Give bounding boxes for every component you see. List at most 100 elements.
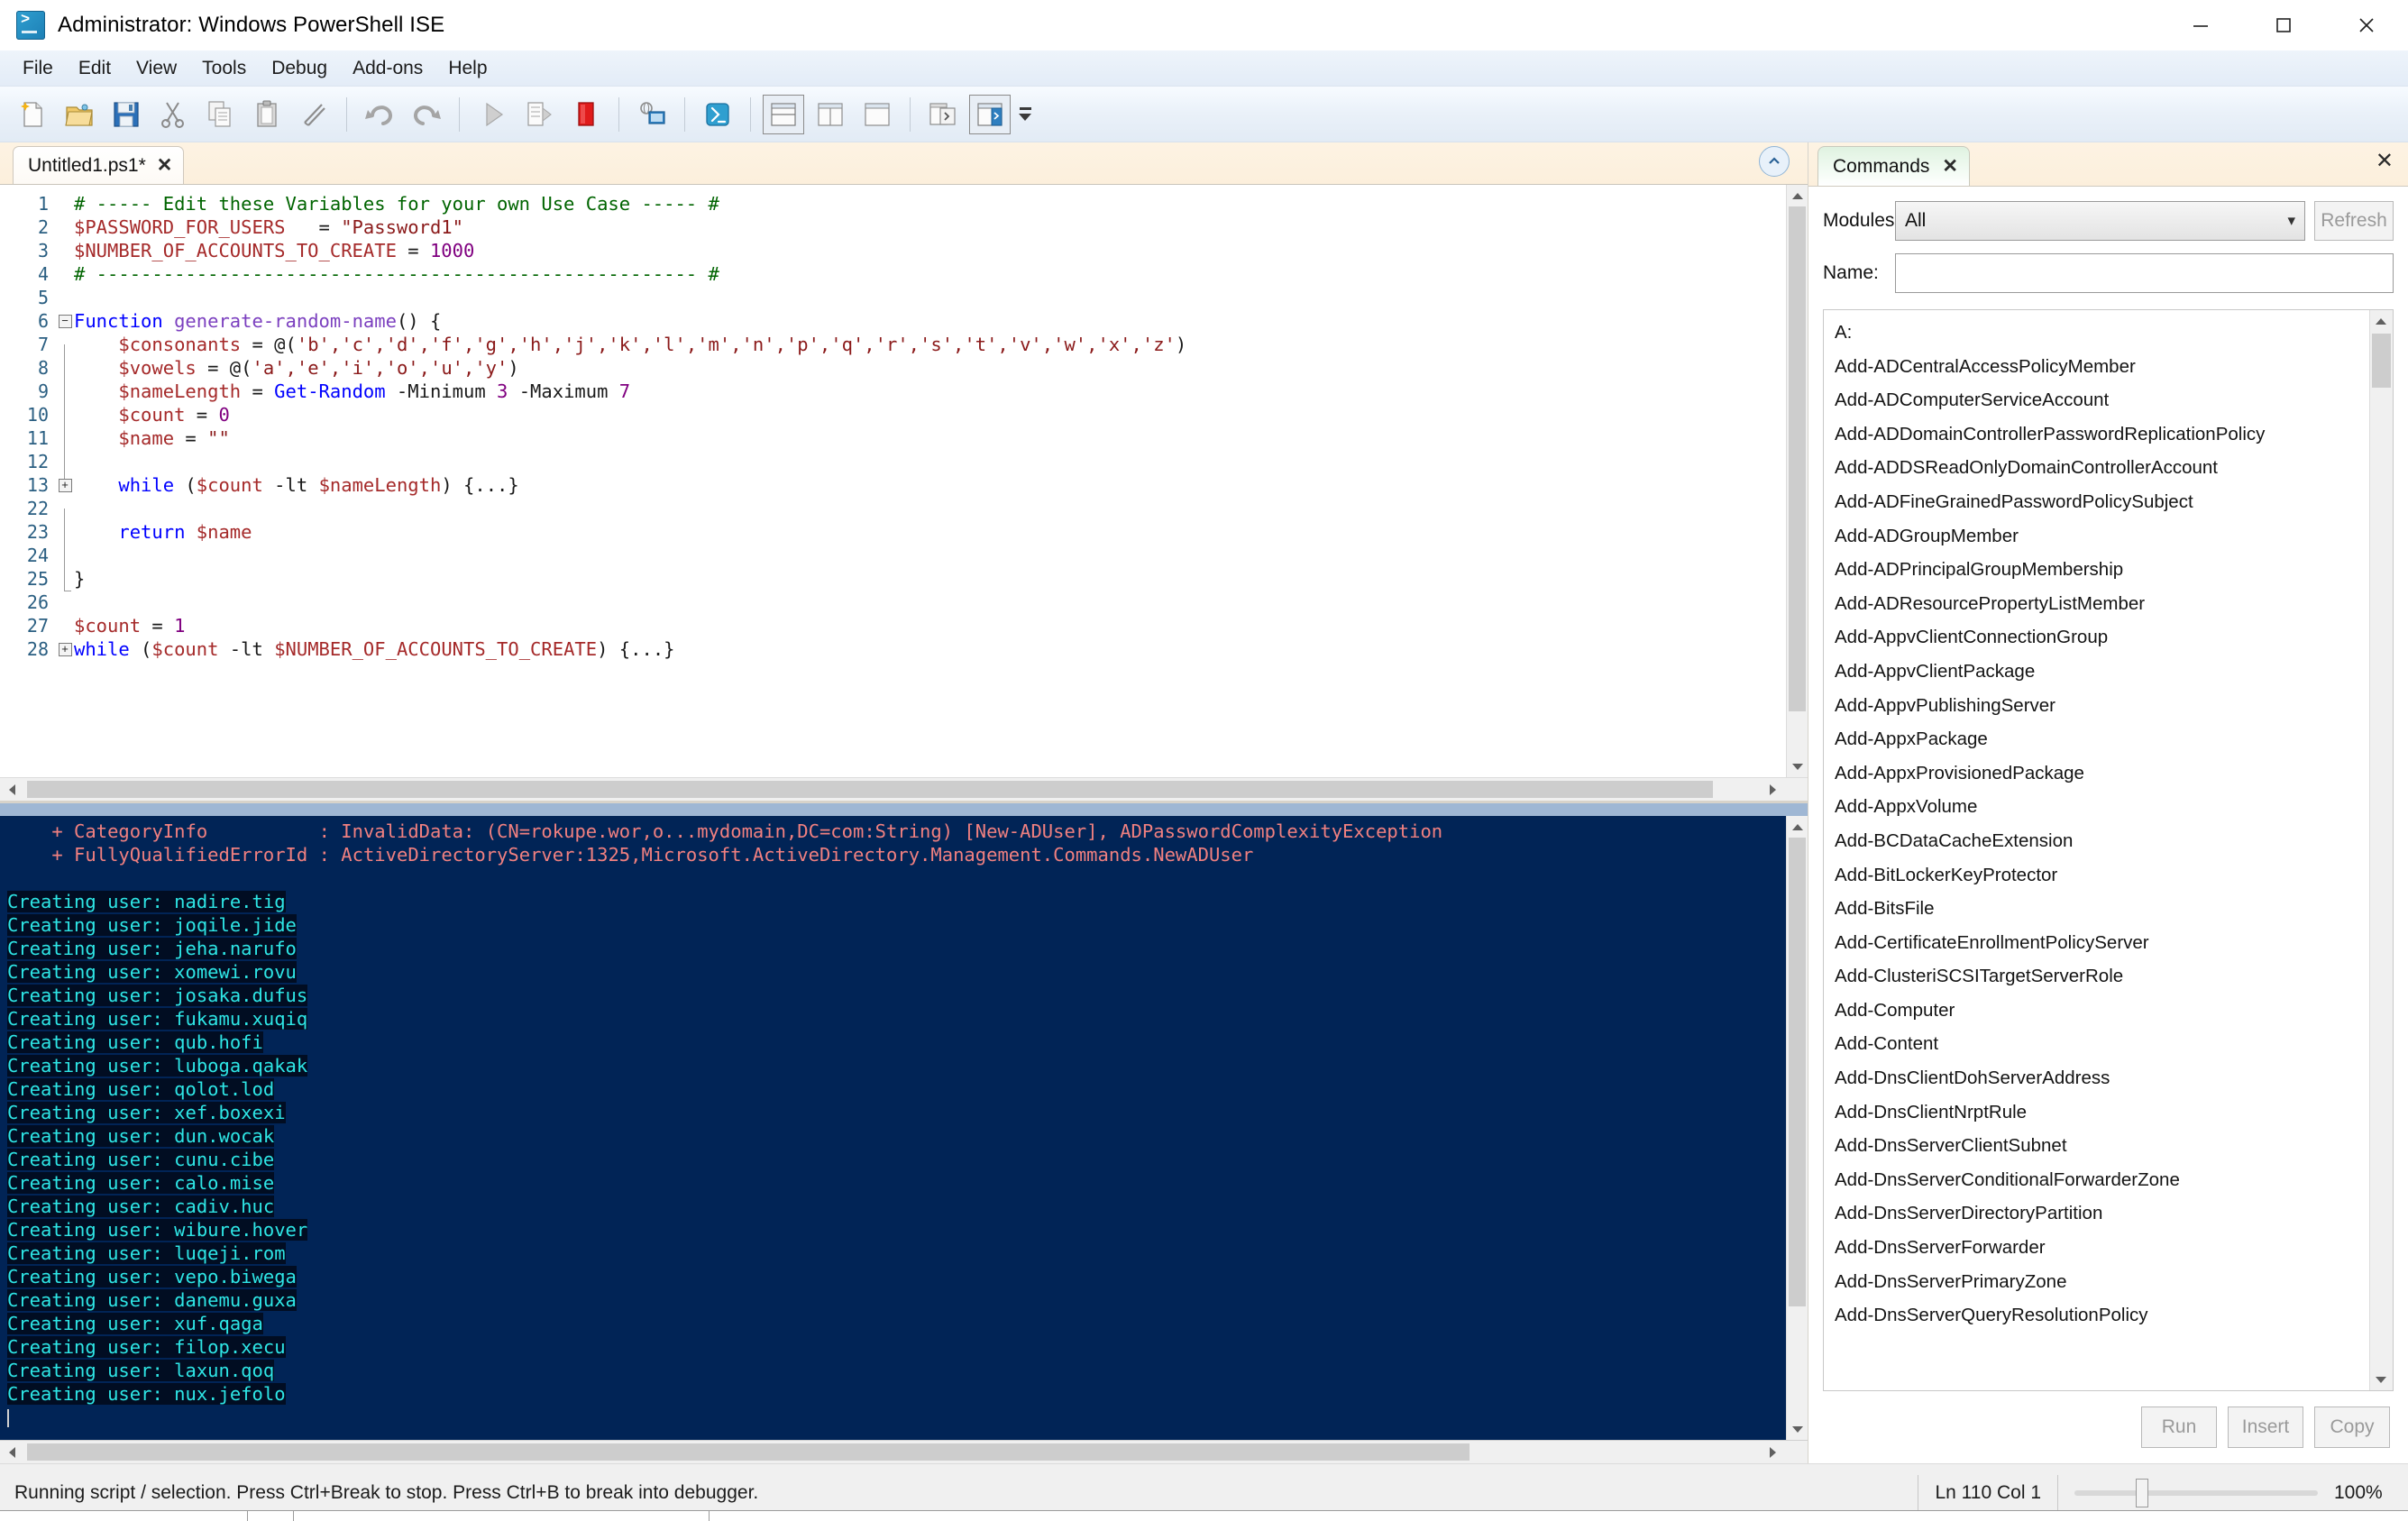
command-list-item[interactable]: Add-AppvPublishingServer (1835, 689, 2369, 723)
console-output-area[interactable]: + CategoryInfo : InvalidData: (CN=rokupe… (0, 816, 1808, 1440)
menu-tools[interactable]: Tools (190, 54, 258, 83)
show-commands-addon-icon[interactable] (969, 94, 1011, 134)
modules-select[interactable]: All ▾ (1895, 201, 2305, 241)
command-list-item[interactable]: Add-ADGroupMember (1835, 519, 2369, 554)
scroll-left-icon[interactable] (0, 778, 23, 802)
editor-tab-untitled1[interactable]: Untitled1.ps1* ✕ (13, 146, 185, 184)
paste-icon[interactable] (243, 91, 290, 138)
command-list-item[interactable]: Add-DnsServerForwarder (1835, 1231, 2369, 1265)
command-list-item[interactable]: Add-AppxProvisionedPackage (1835, 756, 2369, 791)
menu-help[interactable]: Help (436, 54, 499, 83)
command-list-item[interactable]: Add-ADComputerServiceAccount (1835, 383, 2369, 417)
command-list-item[interactable]: Add-DnsServerPrimaryZone (1835, 1265, 2369, 1299)
console-horizontal-scrollbar[interactable] (0, 1440, 1808, 1463)
minimize-button[interactable] (2159, 0, 2242, 50)
menu-add-ons[interactable]: Add-ons (341, 54, 435, 83)
command-list-item[interactable]: Add-BCDataCacheExtension (1835, 824, 2369, 858)
open-script-icon[interactable] (56, 91, 103, 138)
command-list-item[interactable]: Add-AppvClientPackage (1835, 655, 2369, 689)
insert-button[interactable]: Insert (2228, 1406, 2303, 1448)
command-list-item[interactable]: Add-DnsServerQueryResolutionPolicy (1835, 1298, 2369, 1333)
command-list-item[interactable]: Add-AppxVolume (1835, 790, 2369, 824)
command-list-item[interactable]: Add-ClusteriSCSITargetServerRole (1835, 959, 2369, 994)
console-output[interactable]: + CategoryInfo : InvalidData: (CN=rokupe… (0, 816, 1786, 1440)
command-list-item[interactable]: Add-AppvClientConnectionGroup (1835, 620, 2369, 655)
command-list-item[interactable]: Add-DnsServerConditionalForwarderZone (1835, 1163, 2369, 1197)
scroll-up-icon[interactable] (1787, 185, 1808, 206)
scrollbar-thumb[interactable] (27, 781, 1713, 798)
scroll-right-icon[interactable] (1761, 778, 1784, 802)
save-icon[interactable] (103, 91, 150, 138)
run-selection-icon[interactable] (516, 91, 563, 138)
close-icon[interactable]: ✕ (1942, 157, 1958, 176)
close-commands-pane-icon[interactable]: ✕ (2376, 148, 2394, 174)
command-list-item[interactable]: Add-DnsServerClientSubnet (1835, 1129, 2369, 1163)
start-powershell-icon[interactable] (694, 91, 741, 138)
refresh-button[interactable]: Refresh (2314, 201, 2394, 241)
undo-icon[interactable] (356, 91, 403, 138)
redo-icon[interactable] (403, 91, 450, 138)
command-list-item[interactable]: Add-Computer (1835, 994, 2369, 1028)
command-list-item[interactable]: Add-AppxPackage (1835, 722, 2369, 756)
scroll-up-icon[interactable] (1787, 816, 1808, 838)
show-command-pane-icon[interactable] (920, 91, 966, 138)
commands-list[interactable]: A: Add-ADCentralAccessPolicyMember Add-ADC… (1824, 310, 2369, 1390)
scroll-down-icon[interactable] (2370, 1369, 2392, 1390)
command-list-item[interactable]: Add-DnsServerDirectoryPartition (1835, 1196, 2369, 1231)
cut-icon[interactable] (150, 91, 197, 138)
command-list-item[interactable]: Add-ADFineGrainedPasswordPolicySubject (1835, 485, 2369, 519)
close-icon[interactable]: ✕ (157, 156, 173, 175)
scroll-right-icon[interactable] (1761, 1441, 1784, 1464)
command-list-item[interactable]: Add-DnsClientNrptRule (1835, 1095, 2369, 1130)
fold-expand-icon[interactable]: + (56, 642, 74, 656)
copy-icon[interactable] (197, 91, 243, 138)
scroll-left-icon[interactable] (0, 1441, 23, 1464)
commands-list-scrollbar[interactable] (2369, 310, 2393, 1390)
command-list-item[interactable]: Add-BitLockerKeyProtector (1835, 858, 2369, 893)
show-script-pane-maximized-icon[interactable] (854, 91, 901, 138)
editor-horizontal-scrollbar[interactable] (0, 777, 1808, 801)
console-splitter[interactable] (0, 803, 1808, 816)
command-list-item[interactable]: Add-ADResourcePropertyListMember (1835, 587, 2369, 621)
menu-view[interactable]: View (124, 54, 188, 83)
scrollbar-thumb[interactable] (2372, 334, 2391, 388)
command-list-item[interactable]: Add-ADPrincipalGroupMembership (1835, 553, 2369, 587)
fold-collapse-icon[interactable]: − (56, 314, 74, 328)
run-button[interactable]: Run (2141, 1406, 2217, 1448)
command-list-item[interactable]: Add-BitsFile (1835, 892, 2369, 926)
maximize-button[interactable] (2242, 0, 2325, 50)
new-remote-powershell-tab-icon[interactable] (628, 91, 675, 138)
script-editor[interactable]: 1 # ----- Edit these Variables for your o… (0, 185, 1808, 777)
menu-debug[interactable]: Debug (260, 54, 339, 83)
name-input[interactable] (1895, 253, 2394, 293)
clear-console-icon[interactable] (290, 91, 337, 138)
commands-list-container[interactable]: A: Add-ADCentralAccessPolicyMember Add-ADC… (1823, 309, 2394, 1391)
command-list-item[interactable]: Add-ADDSReadOnlyDomainControllerAccount (1835, 451, 2369, 485)
console-vertical-scrollbar[interactable] (1786, 816, 1808, 1440)
command-list-item[interactable]: Add-ADCentralAccessPolicyMember (1835, 350, 2369, 384)
chevron-down-icon[interactable]: ▾ (2287, 212, 2295, 230)
command-list-item[interactable]: Add-ADDomainControllerPasswordReplicatio… (1835, 417, 2369, 452)
stop-operation-icon[interactable] (563, 91, 609, 138)
tab-commands[interactable]: Commands ✕ (1817, 146, 1970, 186)
show-script-pane-top-icon[interactable] (763, 94, 804, 134)
close-button[interactable] (2325, 0, 2408, 50)
fold-expand-icon[interactable]: + (56, 478, 74, 492)
command-list-item[interactable]: Add-DnsClientDohServerAddress (1835, 1061, 2369, 1095)
menu-edit[interactable]: Edit (67, 54, 123, 83)
scrollbar-thumb[interactable] (27, 1443, 1470, 1461)
scrollbar-thumb[interactable] (1789, 206, 1806, 711)
menu-file[interactable]: File (11, 54, 65, 83)
scrollbar-thumb[interactable] (1789, 838, 1806, 1306)
toolbar-overflow-icon[interactable] (1013, 91, 1037, 138)
editor-vertical-scrollbar[interactable] (1786, 185, 1808, 777)
scroll-up-icon[interactable] (2370, 310, 2392, 332)
scroll-down-icon[interactable] (1787, 1418, 1808, 1440)
run-script-icon[interactable] (469, 91, 516, 138)
command-list-item[interactable]: Add-CertificateEnrollmentPolicyServer (1835, 926, 2369, 960)
scroll-down-icon[interactable] (1787, 756, 1808, 777)
script-code[interactable]: 1 # ----- Edit these Variables for your o… (0, 185, 1786, 777)
show-script-pane-right-icon[interactable] (807, 91, 854, 138)
command-list-item[interactable]: Add-Content (1835, 1027, 2369, 1061)
console-pane[interactable]: + CategoryInfo : InvalidData: (CN=rokupe… (0, 801, 1808, 1463)
